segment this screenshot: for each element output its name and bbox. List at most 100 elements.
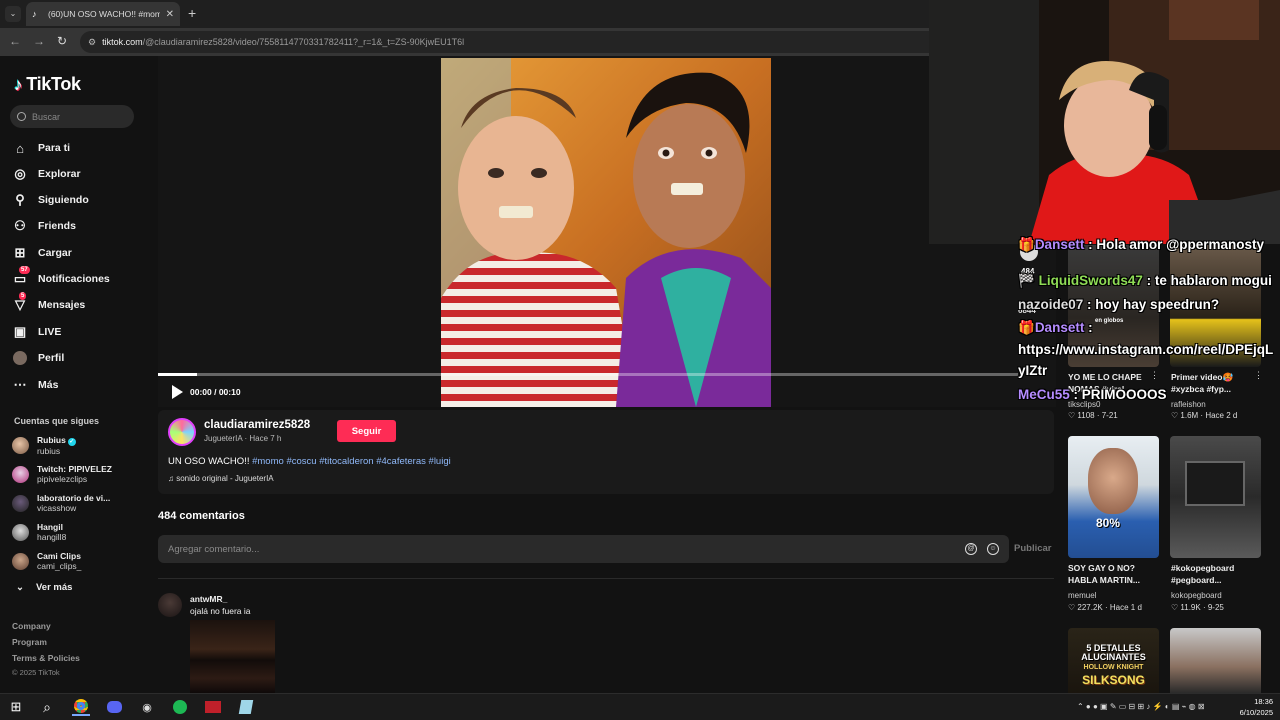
- hashtag-link[interactable]: #4cafeteras: [376, 456, 426, 467]
- music-note-icon: ♫: [168, 474, 174, 483]
- creator-name[interactable]: claudiaramirez5828: [204, 419, 310, 431]
- discord-icon[interactable]: [105, 698, 123, 716]
- search-bar[interactable]: [10, 105, 134, 128]
- address-bar[interactable]: ⚙ tiktok.com/@claudiaramirez5828/video/7…: [80, 31, 940, 53]
- search-icon[interactable]: ⌕: [38, 698, 56, 716]
- hashtag-link[interactable]: #coscu: [286, 456, 316, 467]
- nav-label: Explorar: [38, 168, 81, 180]
- back-icon[interactable]: ←: [9, 34, 21, 48]
- video-progress-track[interactable]: [158, 373, 1018, 376]
- nav-mas[interactable]: ⋯ Más: [12, 374, 142, 396]
- play-icon[interactable]: [172, 385, 183, 399]
- footer-program-link[interactable]: Program: [12, 637, 47, 647]
- video-frame[interactable]: [441, 58, 771, 407]
- nav-live[interactable]: ▣ LIVE: [12, 321, 142, 343]
- feed-title-line: HABLA MARTIN...: [1068, 575, 1140, 585]
- account-pipivelez[interactable]: Twitch: PIPIVELEZ pipivelezclips: [12, 461, 150, 487]
- thumbnail-overlay-text: SILKSONG: [1082, 673, 1145, 687]
- footer-company-link[interactable]: Company: [12, 621, 51, 631]
- hashtag-link[interactable]: #momo: [252, 456, 284, 467]
- avatar: [12, 552, 29, 570]
- notes-app-icon[interactable]: [237, 698, 255, 716]
- feed-thumbnail[interactable]: [1170, 628, 1261, 693]
- chat-text: : hoy hay speedrun?: [1087, 297, 1220, 312]
- feed-title[interactable]: SOY GAY O NO? HABLA MARTIN...: [1068, 562, 1163, 586]
- feed-user[interactable]: rafleishon: [1171, 400, 1206, 409]
- feed-title[interactable]: #kokopegboard #pegboard...: [1171, 562, 1266, 586]
- emoji-icon[interactable]: ☺: [987, 543, 999, 555]
- nav-explorar[interactable]: ◎ Explorar: [12, 163, 142, 185]
- obs-icon[interactable]: ◉: [138, 698, 156, 716]
- logo-text: TikTok: [26, 74, 81, 94]
- webcam-feed: [929, 0, 1280, 244]
- nav-perfil[interactable]: Perfil: [12, 347, 142, 369]
- account-hangil[interactable]: Hangil hangill8: [12, 519, 150, 545]
- app-icon[interactable]: [204, 698, 222, 716]
- following-icon: ⚲: [15, 192, 25, 207]
- comment-input-box[interactable]: @ ☺: [158, 535, 1009, 563]
- account-vicasshow[interactable]: laboratorio de vi... vicasshow: [12, 490, 150, 516]
- avatar: [12, 494, 29, 512]
- nav-notificaciones[interactable]: ▭ 57 Notificaciones: [12, 266, 142, 290]
- creator-avatar[interactable]: [168, 418, 196, 446]
- spotify-icon[interactable]: [171, 698, 189, 716]
- footer-terms-link[interactable]: Terms & Policies: [12, 653, 80, 663]
- feed-date: Hace 2 d: [1205, 411, 1238, 420]
- nav-label: Más: [38, 379, 59, 391]
- windows-start-icon[interactable]: ⊞: [7, 698, 25, 716]
- search-input[interactable]: [32, 111, 122, 122]
- tiktok-logo[interactable]: ♪ TikTok: [14, 74, 81, 95]
- chrome-icon[interactable]: [72, 698, 90, 716]
- caption-text: UN OSO WACHO!!: [168, 456, 250, 467]
- comment-avatar[interactable]: [158, 593, 182, 617]
- chat-user: LiquidSwords47: [1038, 273, 1143, 288]
- search-icon: [17, 112, 26, 121]
- comment-image[interactable]: [190, 620, 275, 693]
- nav-friends[interactable]: ⚇ Friends: [12, 215, 142, 237]
- feed-thumbnail[interactable]: 5 DETALLES ALUCINANTES HOLLOW KNIGHT SIL…: [1068, 628, 1159, 693]
- forward-icon[interactable]: →: [33, 34, 45, 48]
- new-tab-button[interactable]: +: [188, 5, 196, 21]
- close-tab-icon[interactable]: ✕: [166, 9, 174, 20]
- hashtag-link[interactable]: #titocalderon: [319, 456, 373, 467]
- publish-button[interactable]: Publicar: [1014, 543, 1052, 554]
- feed-user[interactable]: memuel: [1068, 591, 1096, 600]
- nav-mensajes[interactable]: ▽ 5 Mensajes: [12, 292, 142, 316]
- sound-label: sonido original - JugueterIA: [176, 474, 274, 483]
- nav-para-ti[interactable]: ⌂ Para ti: [12, 137, 142, 159]
- feed-thumbnail[interactable]: [1170, 436, 1261, 558]
- feed-likes: 11.9K: [1180, 603, 1201, 612]
- browser-tab[interactable]: ♪ (60)UN OSO WACHO!! #momo ✕: [26, 2, 180, 26]
- video-thumbnail: [441, 58, 771, 407]
- system-clock[interactable]: 18:36 6/10/2025: [1233, 696, 1273, 718]
- chat-text: : PRIMOOOOS: [1073, 387, 1167, 402]
- account-rubius[interactable]: Rubius ✓ rubius: [12, 432, 150, 458]
- tiktok-favicon-icon: ♪: [32, 9, 37, 19]
- tab-search-button[interactable]: ⌄: [5, 6, 21, 22]
- chat-text: : Hola amor @ppermanosty: [1088, 237, 1265, 252]
- feed-thumbnail[interactable]: 80%: [1068, 436, 1159, 558]
- site-info-icon[interactable]: ⚙: [88, 37, 96, 48]
- more-options-icon[interactable]: ⋮: [1150, 370, 1159, 381]
- chat-message: 🎁Dansett :: [1018, 320, 1093, 336]
- reload-icon[interactable]: ↻: [57, 34, 67, 48]
- tray-icons[interactable]: ⌃ ● ● ▣ ✎ ▭ ⊟ ⊞ ♪ ⚡ ◐ ▤ ⌁ ◍ ⊠: [1077, 702, 1205, 711]
- hashtag-link[interactable]: #luigi: [429, 456, 451, 467]
- comment-input[interactable]: [168, 543, 965, 555]
- nav-siguiendo[interactable]: ⚲ Siguiendo: [12, 189, 142, 211]
- avatar: [12, 465, 29, 483]
- video-time: 00:00 / 00:10: [190, 387, 241, 397]
- nav-cargar[interactable]: ⊞ Cargar: [12, 242, 142, 264]
- tiktok-note-icon: ♪: [14, 74, 23, 94]
- comment-username[interactable]: antwMR_: [190, 594, 227, 604]
- account-cami-clips[interactable]: Cami Clips cami_clips_: [12, 548, 150, 574]
- more-options-icon[interactable]: ⋮: [1254, 370, 1263, 381]
- follow-button[interactable]: Seguir: [337, 420, 396, 442]
- friends-icon: ⚇: [14, 218, 26, 233]
- feed-user[interactable]: kokopegboard: [1171, 591, 1222, 600]
- sound-link[interactable]: ♫ sonido original - JugueterIA: [168, 474, 274, 483]
- live-icon: ▣: [13, 324, 27, 339]
- feed-title[interactable]: Primer video🥵 #xyzbca #fyp...: [1171, 371, 1266, 395]
- see-more-button[interactable]: ⌄ Ver más: [16, 582, 72, 593]
- mention-icon[interactable]: @: [965, 543, 977, 555]
